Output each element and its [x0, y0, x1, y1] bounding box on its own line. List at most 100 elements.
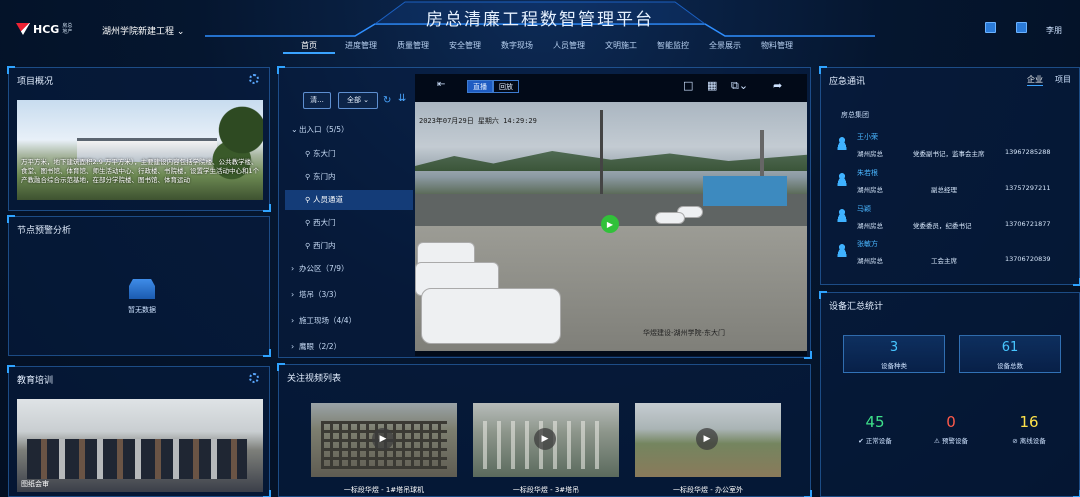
- video-thumbnail[interactable]: ▶: [311, 403, 457, 477]
- contact-row[interactable]: 马颖 湖州房总 党委委员，纪委书记 13706721877: [835, 204, 1075, 236]
- refresh-icon[interactable]: ↻: [383, 95, 391, 106]
- contact-org: 湖州房总: [857, 186, 883, 194]
- offline-devices-label: ⊘ 离线设备: [999, 435, 1059, 445]
- video-timestamp: 2023年07月29日 星期六 14:29:29: [419, 117, 537, 125]
- share-icon[interactable]: ➦: [773, 79, 782, 92]
- site-fence: [703, 176, 787, 206]
- contact-row[interactable]: 朱若根 湖州房总 副总经理 13757297211: [835, 168, 1075, 200]
- company-logo: HCG 房总地产: [16, 20, 78, 38]
- tree-item-east-gate[interactable]: ⚲ 东大门: [285, 144, 413, 164]
- contact-name: 朱若根: [857, 169, 878, 177]
- contact-phone[interactable]: 13967285288: [1005, 148, 1051, 156]
- nav-personnel[interactable]: 人员管理: [543, 40, 595, 54]
- caret-right-icon: ›: [291, 264, 295, 273]
- video-thumbnail[interactable]: ▶: [473, 403, 619, 477]
- tree-group-entrance[interactable]: ⌄ 出入口（5/5）: [285, 120, 413, 140]
- project-rendering-image: 万平方米，地下建筑面积2.9 万平方米），主要建设内容包括学院楼、公共教学楼、食…: [17, 100, 263, 200]
- contact-name: 张敏方: [857, 240, 878, 248]
- play-icon[interactable]: ▶: [601, 215, 619, 233]
- nav-monitoring[interactable]: 智能监控: [647, 40, 699, 54]
- tab-playback[interactable]: 回放: [493, 80, 519, 93]
- tree-group-office[interactable]: › 办公区（7/9）: [285, 259, 413, 279]
- project-overview-panel: 项目概况 万平方米，地下建筑面积2.9 万平方米），主要建设内容包括学院楼、公共…: [7, 66, 271, 212]
- video-caption: 一标段华煜 - 1#塔吊球机: [343, 486, 425, 494]
- logo-mark-icon: [16, 23, 30, 35]
- tree: [211, 100, 263, 200]
- device-stats-panel: 设备汇总统计 3 设备种类 61 设备总数 45 ✔ 正常设备 0 ⚠ 预警设备…: [819, 291, 1080, 497]
- layout-menu-icon[interactable]: ⧉⌄: [731, 79, 748, 93]
- device-total-label: 设备总数: [997, 362, 1023, 370]
- play-icon[interactable]: ▶: [534, 428, 556, 450]
- ban-icon: ⊘: [1012, 437, 1018, 445]
- nav-digital-site[interactable]: 数字现场: [491, 40, 543, 54]
- nav-safety[interactable]: 安全管理: [439, 40, 491, 54]
- gear-icon[interactable]: [249, 74, 259, 84]
- nav-progress[interactable]: 进度管理: [335, 40, 387, 54]
- warning-devices-label: ⚠ 预警设备: [921, 435, 981, 445]
- tree-label: 西门内: [313, 241, 336, 250]
- play-icon[interactable]: ▶: [696, 428, 718, 450]
- attendees: [27, 439, 247, 479]
- contact-phone[interactable]: 13706720839: [1005, 255, 1051, 263]
- nav-civilized[interactable]: 文明施工: [595, 40, 647, 54]
- car: [655, 212, 685, 224]
- gear-icon[interactable]: [249, 373, 259, 383]
- contact-row[interactable]: 张敏方 湖州房总 工会主席 13706720839: [835, 239, 1075, 271]
- header-tools: [985, 22, 1027, 33]
- list-toggle-icon[interactable]: ⇤: [437, 79, 445, 90]
- video-thumbnail[interactable]: ▶: [635, 403, 781, 477]
- device-kinds-value: 3: [889, 340, 899, 355]
- tree-item-staff-passage[interactable]: ⚲ 人员通道: [285, 190, 413, 210]
- tree-group-site[interactable]: › 施工现场（4/4）: [285, 311, 413, 331]
- nav-quality[interactable]: 质量管理: [387, 40, 439, 54]
- caret-down-icon: ⌄: [291, 125, 298, 134]
- user-name[interactable]: 李朋: [1046, 25, 1062, 36]
- dashboard-icon[interactable]: [1016, 22, 1027, 33]
- warning-devices-value: 0: [946, 413, 956, 431]
- contact-org: 湖州房总: [857, 222, 883, 230]
- clear-button[interactable]: 清...: [303, 92, 331, 109]
- contact-row[interactable]: 王小荣 湖州房总 党委副书记，监事会主席 13967285288: [835, 132, 1075, 164]
- tree-group-tower-crane[interactable]: › 塔吊（3/3）: [285, 285, 413, 305]
- grid-view-icon[interactable]: ▦: [707, 79, 717, 92]
- page-title: 房总清廉工程数智管理平台: [426, 10, 654, 30]
- person-icon: [835, 208, 849, 222]
- contact-role: 党委副书记，监事会主席: [913, 150, 985, 158]
- training-photo[interactable]: [17, 399, 263, 492]
- watched-videos-panel: 关注视频列表 ▶ 一标段华煜 - 1#塔吊球机 ▶ 一标段华煜 - 3#塔吊 ▶…: [277, 363, 812, 497]
- tree-item-west-gate-inner[interactable]: ⚲ 西门内: [285, 236, 413, 256]
- education-training-panel: 教育培训 图纸会审: [7, 365, 271, 497]
- tree-group-eagle-eye[interactable]: › 鹰眼（2/2）: [285, 337, 413, 357]
- tree-label: 西大门: [313, 218, 336, 227]
- tree-label: 出入口（5/5）: [299, 125, 349, 134]
- device-total-value: 61: [1001, 340, 1019, 355]
- project-selector[interactable]: 湖州学院新建工程 ⌄: [102, 24, 184, 37]
- panel-title: 节点预警分析: [17, 226, 72, 236]
- normal-devices-value: 45: [865, 413, 885, 431]
- tab-enterprise[interactable]: 企业: [1027, 74, 1043, 86]
- video-caption: 一标段华煜 - 3#塔吊: [512, 486, 580, 494]
- caret-right-icon: ›: [291, 342, 295, 351]
- camera-feed[interactable]: 2023年07月29日 星期六 14:29:29 华煜建设-湖州学院-东大门 ▶: [415, 102, 807, 351]
- contact-name: 马颖: [857, 205, 871, 213]
- training-caption: 图纸会审: [21, 480, 49, 488]
- nav-home[interactable]: 首页: [283, 40, 335, 54]
- offline-devices-value: 16: [1019, 413, 1039, 431]
- contact-phone[interactable]: 13706721877: [1005, 220, 1051, 228]
- nav-materials[interactable]: 物料管理: [751, 40, 803, 54]
- tree-item-west-gate[interactable]: ⚲ 西大门: [285, 213, 413, 233]
- contact-phone[interactable]: 13757297211: [1005, 184, 1051, 192]
- screen-icon[interactable]: [985, 22, 996, 33]
- check-circle-icon: ✔: [858, 437, 864, 445]
- panel-title: 关注视频列表: [287, 374, 342, 384]
- single-view-icon[interactable]: □: [683, 79, 693, 92]
- tab-live[interactable]: 直播: [467, 80, 493, 93]
- device-kinds-label: 设备种类: [881, 362, 907, 370]
- tab-project[interactable]: 项目: [1055, 74, 1071, 86]
- play-icon[interactable]: ▶: [372, 428, 394, 450]
- tree-item-east-gate-inner[interactable]: ⚲ 东门内: [285, 167, 413, 187]
- collapse-all-icon[interactable]: ⇊: [398, 93, 406, 104]
- video-caption: 一标段华煜 - 办公室外: [673, 486, 743, 494]
- nav-panorama[interactable]: 全景展示: [699, 40, 751, 54]
- filter-select[interactable]: 全部 ⌄: [338, 92, 378, 109]
